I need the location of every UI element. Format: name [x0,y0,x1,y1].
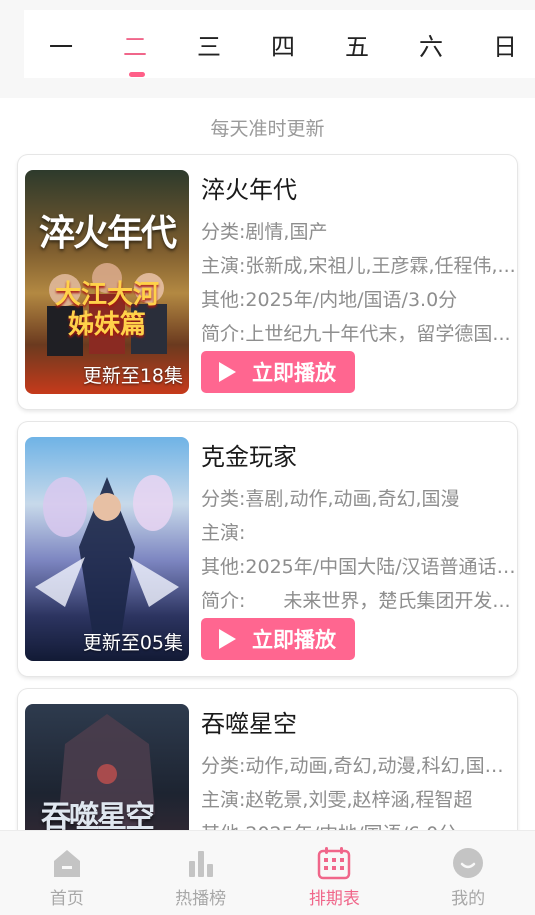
show-title[interactable]: 淬火年代 [201,173,511,207]
nav-home[interactable]: 首页 [0,831,134,915]
nav-hot-list[interactable]: 热播榜 [134,831,268,915]
show-title[interactable]: 克金玩家 [201,440,511,474]
episode-badge: 更新至05集 [82,632,183,654]
play-icon [219,362,236,382]
nav-schedule[interactable]: 排期表 [268,831,402,915]
show-intro: 简介:上世纪九十年代末，留学德国... [201,323,511,345]
play-button[interactable]: 立即播放 [201,618,355,660]
show-category: 分类:剧情,国产 [201,221,328,243]
show-info: 淬火年代 分类:剧情,国产 主演:张新成,宋祖儿,王彦霖,任程伟,... 其他:… [201,173,516,351]
tab-weekday-2[interactable]: 二 [120,10,150,78]
play-label: 立即播放 [252,361,336,385]
update-notice: 每天准时更新 [210,118,325,140]
show-info: 克金玩家 分类:喜剧,动作,动画,奇幻,国漫 主演: 其他:2025年/中国大陆… [201,440,517,618]
bottom-nav: 首页 热播榜 排期表 我的 [0,830,535,915]
tab-weekday-4[interactable]: 四 [268,10,298,78]
show-list: 淬火年代 大江大河 姊妹篇 更新至18集 淬火年代 分类:剧情,国产 主演:张新… [18,155,517,915]
nav-label: 首页 [49,889,84,909]
tab-weekday-3[interactable]: 三 [194,10,224,78]
show-cast: 主演:张新成,宋祖儿,王彦霖,任程伟,... [201,255,516,277]
show-poster[interactable]: 更新至05集 [25,437,189,661]
show-intro: 简介: 未来世界，楚氏集团开发... [201,590,511,612]
show-other: 其他:2025年/中国大陆/汉语普通话/... [201,556,517,578]
tab-weekday-5[interactable]: 五 [342,10,372,78]
show-card[interactable]: 更新至05集 克金玩家 分类:喜剧,动作,动画,奇幻,国漫 主演: 其他:202… [18,422,517,676]
nav-label: 我的 [451,889,486,909]
play-button[interactable]: 立即播放 [201,351,355,393]
show-cast: 主演:赵乾景,刘雯,赵梓涵,程智超 [201,789,473,811]
bar-chart-icon [188,851,213,877]
tab-weekday-7[interactable]: 日 [490,10,520,78]
show-card[interactable]: 淬火年代 大江大河 姊妹篇 更新至18集 淬火年代 分类:剧情,国产 主演:张新… [18,155,517,409]
show-title[interactable]: 吞噬星空 [201,707,511,741]
play-icon [219,629,236,649]
weekday-header: 一 二 三 四 五 六 日 [0,0,535,98]
poster-title: 淬火年代 [39,213,177,254]
nav-mine[interactable]: 我的 [401,831,535,915]
smile-face-icon [453,848,484,878]
show-category: 分类:喜剧,动作,动画,奇幻,国漫 [201,488,460,510]
show-other: 其他:2025年/内地/国语/3.0分 [201,289,458,311]
calendar-icon [318,847,351,880]
tab-weekday-1[interactable]: 一 [46,10,76,78]
show-cast: 主演: [201,522,246,544]
tab-weekday-6[interactable]: 六 [416,10,446,78]
schedule-page: 一 二 三 四 五 六 日 每天准时更新 淬火年代 大江大河 姊妹篇 更新至18… [0,0,535,915]
play-label: 立即播放 [252,628,336,652]
show-poster[interactable]: 淬火年代 大江大河 姊妹篇 更新至18集 [25,170,189,394]
show-category: 分类:动作,动画,奇幻,动漫,科幻,国产... [201,755,517,777]
episode-badge: 更新至18集 [82,365,183,387]
poster-tagline: 大江大河 姊妹篇 [54,280,159,340]
nav-label: 热播榜 [175,889,227,909]
weekday-tabs: 一 二 三 四 五 六 日 [24,10,535,78]
home-icon [53,850,80,877]
nav-label: 排期表 [308,889,360,909]
